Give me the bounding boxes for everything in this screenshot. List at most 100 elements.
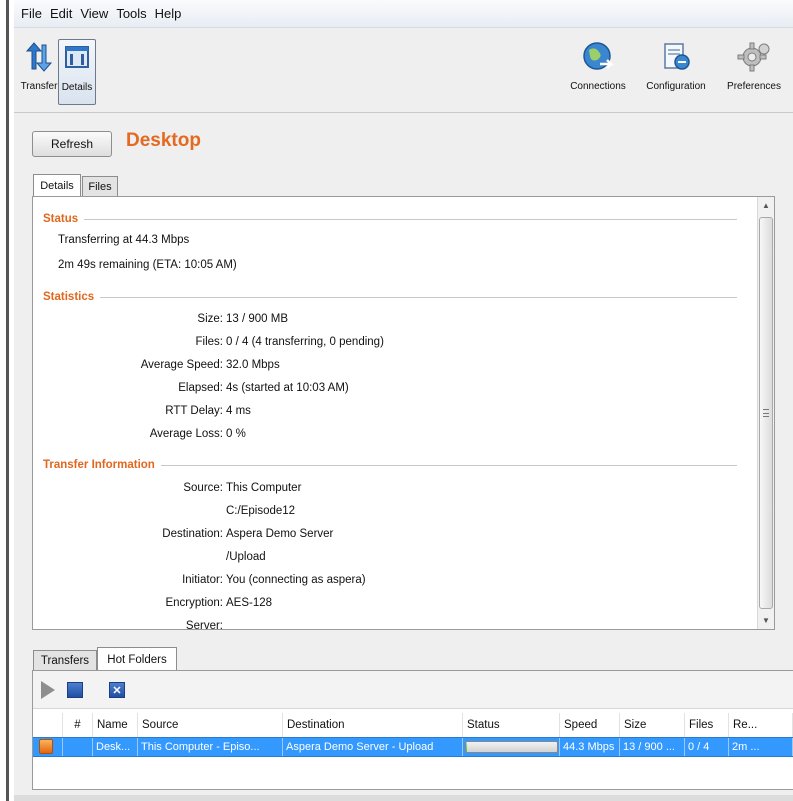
stat-rtt-label: RTT Delay: — [165, 405, 223, 417]
column-source[interactable]: Source — [138, 713, 283, 737]
stat-avg-speed-label: Average Speed: — [140, 359, 223, 371]
menu-tools[interactable]: Tools — [115, 6, 147, 21]
column-files[interactable]: Files — [685, 713, 729, 737]
column-status[interactable]: Status — [463, 713, 560, 737]
info-initiator-label: Initiator: — [182, 574, 223, 586]
section-divider — [160, 464, 737, 466]
info-destination-path: /Upload — [226, 551, 266, 563]
configuration-button-label: Configuration — [646, 81, 706, 92]
row-icon-cell — [33, 738, 63, 756]
transfer-button[interactable]: Transfer — [20, 39, 58, 105]
info-source-path: C:/Episode12 — [226, 505, 296, 517]
info-encryption-value: AES-128 — [226, 597, 273, 609]
details-panel: Status Transferring at 44.3 Mbps 2m 49s … — [32, 196, 775, 630]
stat-loss-value: 0 % — [226, 428, 246, 440]
column-icon — [33, 713, 63, 737]
scroll-thumb[interactable] — [759, 217, 773, 609]
column-speed[interactable]: Speed — [560, 713, 620, 737]
stop-icon[interactable] — [67, 682, 83, 698]
tab-files[interactable]: Files — [82, 176, 118, 196]
transfer-grid-header: # Name Source Destination Status Speed S… — [33, 713, 793, 737]
menu-edit[interactable]: Edit — [49, 6, 73, 21]
stat-size-value: 13 / 900 MB — [226, 313, 289, 325]
preferences-button[interactable]: Preferences — [718, 39, 790, 105]
info-server-label: Server: — [185, 620, 223, 630]
progress-fill — [466, 742, 468, 752]
menu-file[interactable]: File — [20, 6, 43, 21]
transfer-arrows-icon — [21, 39, 57, 75]
row-speed: 44.3 Mbps — [560, 738, 620, 756]
window-edge-line — [6, 0, 9, 801]
row-number — [63, 738, 93, 756]
stat-files-label: Files: — [195, 336, 223, 348]
row-destination: Aspera Demo Server - Upload — [283, 738, 463, 756]
stat-elapsed-value: 4s (started at 10:03 AM) — [226, 382, 349, 394]
scroll-down-arrow-icon[interactable]: ▼ — [758, 612, 774, 629]
stat-avg-speed-value: 32.0 Mbps — [226, 359, 280, 371]
status-heading: Status — [43, 213, 79, 225]
column-remaining[interactable]: Re... — [729, 713, 793, 737]
info-destination-label: Destination: — [162, 528, 223, 540]
row-remaining: 2m ... — [729, 738, 793, 756]
cancel-icon[interactable]: ✕ — [109, 682, 125, 698]
stat-size-label: Size: — [197, 313, 223, 325]
tab-details[interactable]: Details — [33, 174, 81, 196]
info-encryption-label: Encryption: — [165, 597, 223, 609]
details-window-icon — [59, 40, 95, 76]
tab-transfers[interactable]: Transfers — [33, 650, 97, 671]
transfer-button-label: Transfer — [20, 81, 58, 92]
column-size[interactable]: Size — [620, 713, 685, 737]
transfer-control-bar: ✕ — [33, 671, 793, 709]
details-button-label: Details — [61, 82, 93, 93]
toolbar: Transfer Details Connections Configurati… — [14, 29, 793, 113]
section-divider — [84, 218, 737, 220]
section-divider — [100, 296, 737, 298]
info-initiator-value: You (connecting as aspera) — [226, 574, 366, 586]
column-destination[interactable]: Destination — [283, 713, 463, 737]
refresh-button[interactable]: Refresh — [32, 131, 112, 157]
status-section-header: Status — [43, 213, 737, 225]
menu-view[interactable]: View — [79, 6, 109, 21]
connections-button-label: Connections — [570, 81, 626, 92]
configuration-icon — [658, 39, 694, 75]
upload-icon — [39, 739, 53, 754]
stat-rtt-value: 4 ms — [226, 405, 251, 417]
scroll-grip-icon — [763, 409, 769, 417]
row-name: Desk... — [93, 738, 138, 756]
aspera-client: File Edit View Tools Help Transfer Detai… — [14, 0, 793, 801]
gear-icon — [736, 39, 772, 75]
details-button[interactable]: Details — [58, 39, 96, 105]
desktop-edge — [0, 0, 14, 801]
scroll-up-arrow-icon[interactable]: ▲ — [758, 197, 774, 214]
tab-hot-folders[interactable]: Hot Folders — [97, 647, 177, 671]
info-source-label: Source: — [183, 482, 223, 494]
row-size: 13 / 900 ... — [620, 738, 685, 756]
row-files: 0 / 4 — [685, 738, 729, 756]
globe-icon — [580, 39, 616, 75]
menu-help[interactable]: Help — [154, 6, 183, 21]
statistics-section-header: Statistics — [43, 291, 737, 303]
column-name[interactable]: Name — [93, 713, 138, 737]
table-row[interactable]: Desk... This Computer - Episo... Aspera … — [33, 737, 793, 757]
configuration-button[interactable]: Configuration — [635, 39, 717, 105]
column-number[interactable]: # — [63, 713, 93, 737]
stat-loss-label: Average Loss: — [149, 428, 223, 440]
status-speed-text: Transferring at 44.3 Mbps — [58, 234, 190, 246]
details-scrollbar[interactable]: ▲ ▼ — [757, 197, 774, 629]
page-title: Desktop — [126, 130, 201, 151]
transfer-info-section-header: Transfer Information — [43, 459, 737, 471]
stat-elapsed-label: Elapsed: — [178, 382, 223, 394]
transfers-panel: ✕ # Name Source Destination Status Speed… — [32, 670, 793, 790]
info-source-value: This Computer — [226, 482, 302, 494]
statistics-heading: Statistics — [43, 291, 95, 303]
stat-files-value: 0 / 4 (4 transferring, 0 pending) — [226, 336, 384, 348]
play-icon[interactable] — [41, 681, 55, 699]
window-bottom-border — [14, 795, 793, 801]
info-destination-value: Aspera Demo Server — [226, 528, 334, 540]
connections-button[interactable]: Connections — [562, 39, 634, 105]
transfer-info-heading: Transfer Information — [43, 459, 155, 471]
preferences-button-label: Preferences — [727, 81, 781, 92]
row-source: This Computer - Episo... — [138, 738, 283, 756]
progress-bar — [465, 741, 558, 753]
menu-bar: File Edit View Tools Help — [14, 0, 793, 28]
